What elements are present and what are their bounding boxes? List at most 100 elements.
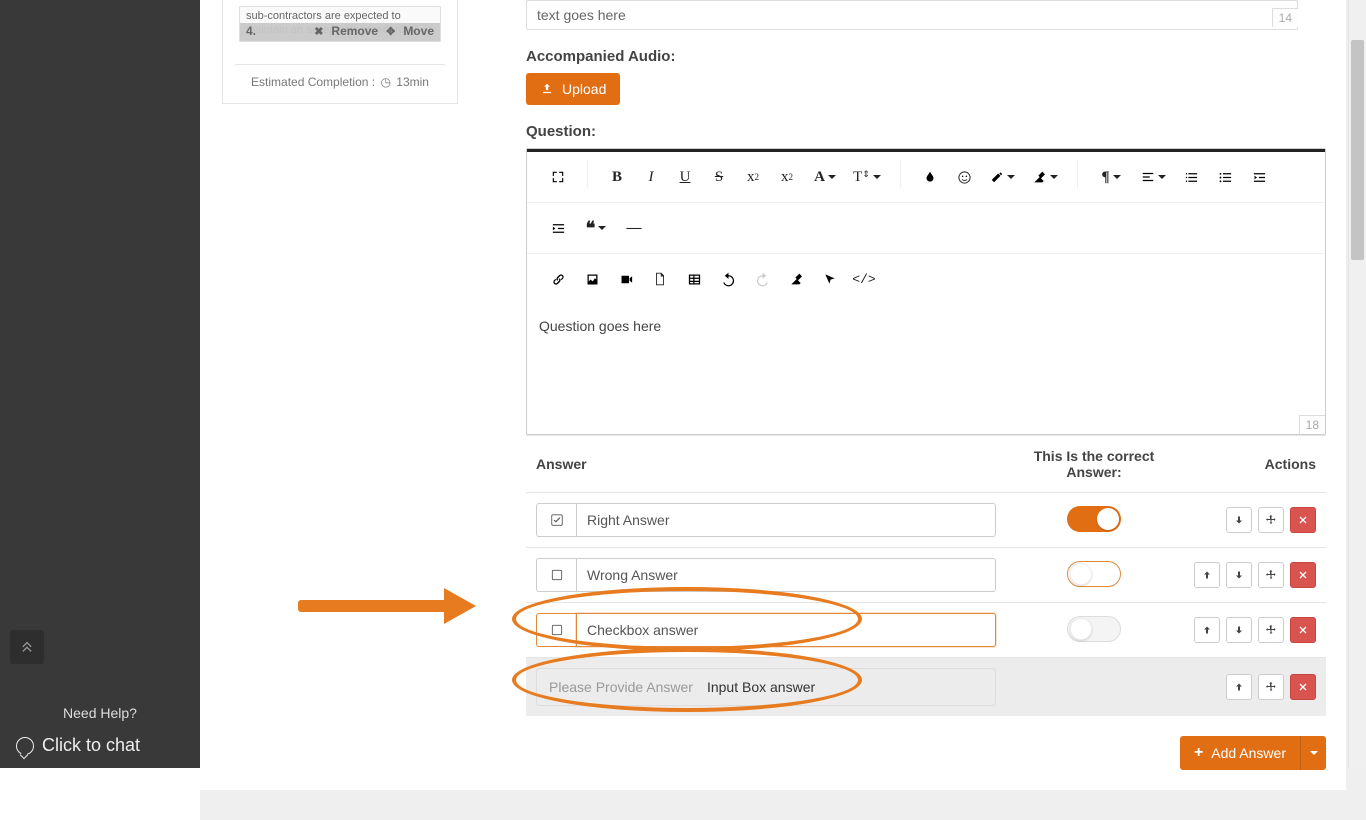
scrollbar-thumb[interactable] xyxy=(1351,40,1364,260)
editor-char-count: 18 xyxy=(1299,415,1325,434)
placeholder-value: Input Box answer xyxy=(707,679,815,695)
eraser-button[interactable] xyxy=(779,262,813,296)
drag-handle-button[interactable] xyxy=(1258,562,1284,588)
add-answer-button[interactable]: + Add Answer xyxy=(1180,736,1300,770)
question-label: Question: xyxy=(526,123,1326,140)
clear-formatting-button[interactable] xyxy=(1023,160,1065,194)
slide-thumb-overlay: 4. ✖ Remove ✥ Move xyxy=(240,23,440,41)
correct-toggle-on[interactable] xyxy=(1067,506,1121,532)
unordered-list-button[interactable] xyxy=(1208,160,1242,194)
upload-icon xyxy=(540,82,554,96)
redo-button[interactable] xyxy=(745,262,779,296)
superscript-button[interactable]: x2 xyxy=(770,160,804,194)
horizontal-rule-button[interactable]: — xyxy=(617,211,651,245)
strikethrough-button[interactable]: S xyxy=(702,160,736,194)
editor-content[interactable]: Question goes here 18 xyxy=(527,304,1325,434)
insert-table-button[interactable] xyxy=(677,262,711,296)
bold-button[interactable]: B xyxy=(600,160,634,194)
indent-button[interactable] xyxy=(541,211,575,245)
placeholder-answer-input[interactable]: Please Provide Answer Input Box answer xyxy=(536,668,996,706)
est-prefix: Estimated Completion : xyxy=(251,75,375,89)
placeholder-label: Please Provide Answer xyxy=(549,679,693,695)
text-color-button[interactable] xyxy=(913,160,947,194)
slide-thumbnail[interactable]: sub-contractors are expected to maintain… xyxy=(239,6,441,42)
emoji-button[interactable] xyxy=(947,160,981,194)
quote-button[interactable]: ❝ xyxy=(575,211,617,245)
undo-button[interactable] xyxy=(711,262,745,296)
col-actions: Actions xyxy=(1182,436,1326,493)
delete-answer-button[interactable] xyxy=(1290,674,1316,700)
code-view-button[interactable]: </> xyxy=(847,262,881,296)
answer-checkbox[interactable] xyxy=(536,503,576,537)
answer-text-input[interactable] xyxy=(576,558,996,592)
answer-row xyxy=(526,603,1326,658)
module-preview-card: sub-contractors are expected to maintain… xyxy=(222,0,458,104)
select-all-button[interactable] xyxy=(813,262,847,296)
insert-link-button[interactable] xyxy=(541,262,575,296)
insert-file-button[interactable] xyxy=(643,262,677,296)
add-answer-dropdown[interactable] xyxy=(1300,736,1326,770)
app-sidebar: Need Help? Click to chat xyxy=(0,0,200,768)
font-family-button[interactable]: A xyxy=(804,160,846,194)
answer-row xyxy=(526,548,1326,603)
unchecked-box-icon xyxy=(550,568,564,582)
move-down-button[interactable] xyxy=(1226,507,1252,533)
italic-button[interactable]: I xyxy=(634,160,668,194)
editor-toolbar-row3: </> xyxy=(527,253,1325,304)
delete-answer-button[interactable] xyxy=(1290,507,1316,533)
correct-toggle-off[interactable] xyxy=(1067,561,1121,587)
answer-checkbox[interactable] xyxy=(536,613,576,647)
drag-handle-button[interactable] xyxy=(1258,674,1284,700)
move-up-button[interactable] xyxy=(1226,674,1252,700)
click-to-chat-link[interactable]: Click to chat xyxy=(0,727,200,768)
move-down-button[interactable] xyxy=(1226,617,1252,643)
underline-button[interactable]: U xyxy=(668,160,702,194)
add-answer-label: Add Answer xyxy=(1211,745,1286,761)
checked-box-icon xyxy=(550,513,564,527)
editor-toolbar-row1: B I U S x2 x2 A T⇕ xyxy=(527,152,1325,202)
correct-toggle-disabled[interactable] xyxy=(1067,616,1121,642)
highlight-button[interactable] xyxy=(981,160,1023,194)
upload-audio-button[interactable]: Upload xyxy=(526,73,620,105)
paragraph-format-button[interactable]: ¶ xyxy=(1090,160,1132,194)
drag-handle-button[interactable] xyxy=(1258,617,1284,643)
answer-row xyxy=(526,493,1326,548)
add-answer-split-button: + Add Answer xyxy=(1180,736,1326,770)
fullscreen-button[interactable] xyxy=(541,160,575,194)
answer-checkbox[interactable] xyxy=(536,558,576,592)
ordered-list-button[interactable] xyxy=(1174,160,1208,194)
subscript-button[interactable]: x2 xyxy=(736,160,770,194)
editor-text: Question goes here xyxy=(539,318,661,334)
chat-icon xyxy=(16,737,34,755)
move-label[interactable]: Move xyxy=(403,24,434,40)
main-form: text goes here 14 Accompanied Audio: Upl… xyxy=(526,0,1326,770)
text-input-value: text goes here xyxy=(537,7,626,23)
insert-image-button[interactable] xyxy=(575,262,609,296)
browser-scrollbar[interactable] xyxy=(1348,0,1366,768)
delete-answer-button[interactable] xyxy=(1290,562,1316,588)
answer-text-input[interactable] xyxy=(576,613,996,647)
est-value: 13min xyxy=(396,75,429,89)
remove-icon[interactable]: ✖ xyxy=(314,25,323,39)
text-goes-here-input[interactable]: text goes here xyxy=(526,0,1298,30)
scroll-top-button[interactable] xyxy=(10,630,44,664)
outdent-button[interactable] xyxy=(1242,160,1276,194)
clock-icon: ◷ xyxy=(380,75,390,89)
need-help-label: Need Help? xyxy=(0,699,200,727)
font-size-button[interactable]: T⇕ xyxy=(846,160,888,194)
answers-table: Answer This Is the correct Answer: Actio… xyxy=(526,435,1326,716)
insert-video-button[interactable] xyxy=(609,262,643,296)
drag-handle-button[interactable] xyxy=(1258,507,1284,533)
answer-text-input[interactable] xyxy=(576,503,996,537)
rich-text-editor: B I U S x2 x2 A T⇕ xyxy=(526,148,1326,435)
move-icon[interactable]: ✥ xyxy=(386,25,395,39)
move-up-button[interactable] xyxy=(1194,562,1220,588)
help-panel: Need Help? Click to chat xyxy=(0,699,200,768)
move-up-button[interactable] xyxy=(1194,617,1220,643)
accompanied-audio-label: Accompanied Audio: xyxy=(526,48,1326,65)
remove-label[interactable]: Remove xyxy=(331,24,378,40)
delete-answer-button[interactable] xyxy=(1290,617,1316,643)
slide-number: 4. xyxy=(246,24,256,40)
move-down-button[interactable] xyxy=(1226,562,1252,588)
align-button[interactable] xyxy=(1132,160,1174,194)
